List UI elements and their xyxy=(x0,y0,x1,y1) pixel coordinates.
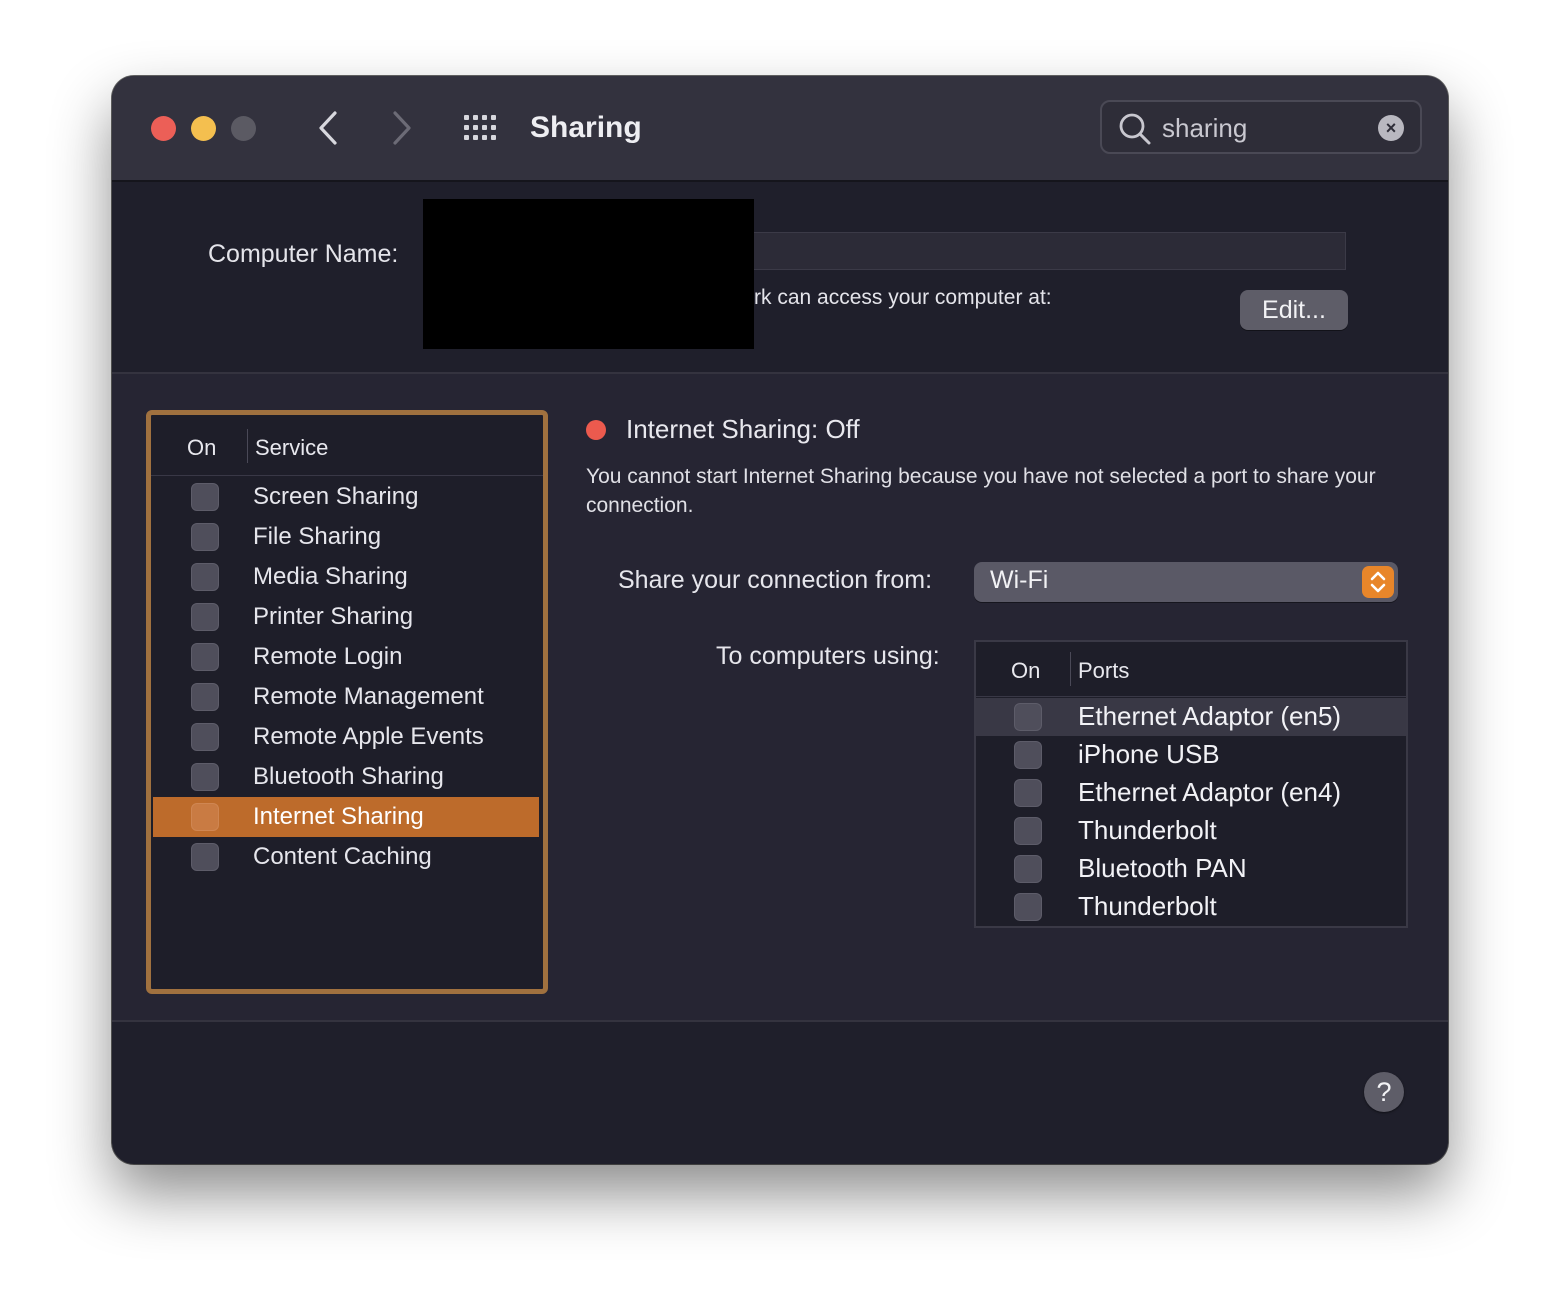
service-label: Printer Sharing xyxy=(253,603,414,630)
sharing-content-panel: On Service Screen Sharing File Sharing M… xyxy=(112,372,1448,1022)
service-label: Remote Apple Events xyxy=(253,723,484,750)
service-checkbox[interactable] xyxy=(191,763,219,791)
status-title: Internet Sharing: Off xyxy=(626,414,860,444)
column-header-service[interactable]: Service xyxy=(255,435,328,461)
service-label: Media Sharing xyxy=(253,563,408,590)
ports-table[interactable]: On Ports Ethernet Adaptor (en5) iPhone U… xyxy=(974,640,1408,928)
service-checkbox[interactable] xyxy=(191,723,219,751)
port-row-iphone-usb[interactable]: iPhone USB xyxy=(976,736,1406,774)
service-row-printer-sharing[interactable]: Printer Sharing xyxy=(153,597,539,637)
port-checkbox[interactable] xyxy=(1014,893,1042,921)
share-from-value: Wi-Fi xyxy=(990,566,1049,594)
port-row-thunderbolt-2[interactable]: Thunderbolt xyxy=(976,888,1406,926)
service-list[interactable]: On Service Screen Sharing File Sharing M… xyxy=(146,410,548,994)
column-header-ports[interactable]: Ports xyxy=(1078,658,1129,684)
search-input[interactable] xyxy=(1160,110,1364,146)
forward-button[interactable] xyxy=(382,106,422,150)
share-from-popup[interactable]: Wi-Fi xyxy=(974,562,1398,602)
column-header-on[interactable]: On xyxy=(1011,658,1040,684)
service-checkbox[interactable] xyxy=(191,603,219,631)
status-indicator xyxy=(586,420,606,440)
port-checkbox[interactable] xyxy=(1014,855,1042,883)
chevron-left-icon xyxy=(319,111,337,145)
service-checkbox[interactable] xyxy=(191,683,219,711)
port-checkbox[interactable] xyxy=(1014,703,1042,731)
title-bar: Sharing × xyxy=(112,76,1448,182)
clear-search-icon[interactable]: × xyxy=(1378,115,1404,141)
port-label: Ethernet Adaptor (en5) xyxy=(1078,701,1342,731)
status-description: You cannot start Internet Sharing becaus… xyxy=(586,465,1376,517)
port-checkbox[interactable] xyxy=(1014,817,1042,845)
service-label: File Sharing xyxy=(253,523,382,550)
network-access-text: rk can access your computer at: xyxy=(754,286,1052,309)
redacted-area xyxy=(423,199,754,349)
back-button[interactable] xyxy=(308,106,348,150)
service-row-content-caching[interactable]: Content Caching xyxy=(153,837,539,877)
window-title: Sharing xyxy=(530,111,642,144)
service-checkbox[interactable] xyxy=(191,643,219,671)
service-checkbox[interactable] xyxy=(191,843,219,871)
column-divider xyxy=(247,429,248,463)
service-label: Internet Sharing xyxy=(253,803,424,830)
popup-arrows-icon xyxy=(1362,566,1394,598)
service-row-bluetooth-sharing[interactable]: Bluetooth Sharing xyxy=(153,757,539,797)
minimize-window-button[interactable] xyxy=(191,116,216,141)
service-label: Screen Sharing xyxy=(253,483,419,510)
port-row-bluetooth-pan[interactable]: Bluetooth PAN xyxy=(976,850,1406,888)
service-row-media-sharing[interactable]: Media Sharing xyxy=(153,557,539,597)
service-checkbox[interactable] xyxy=(191,523,219,551)
port-label: iPhone USB xyxy=(1078,739,1220,769)
port-label: Bluetooth PAN xyxy=(1078,853,1247,883)
computer-name-label: Computer Name: xyxy=(208,240,399,268)
service-label: Bluetooth Sharing xyxy=(253,763,444,790)
port-row-thunderbolt[interactable]: Thunderbolt xyxy=(976,812,1406,850)
to-computers-label: To computers using: xyxy=(716,642,940,670)
service-list-header: On Service xyxy=(151,415,543,476)
sharing-window: Sharing × Computer Name: rk can access y… xyxy=(112,76,1448,1164)
port-label: Thunderbolt xyxy=(1078,891,1217,921)
service-label: Remote Login xyxy=(253,643,403,670)
service-row-remote-management[interactable]: Remote Management xyxy=(153,677,539,717)
service-label: Content Caching xyxy=(253,843,432,870)
ports-table-header: On Ports xyxy=(976,642,1406,697)
search-field[interactable]: × xyxy=(1100,100,1422,154)
column-header-on[interactable]: On xyxy=(187,435,216,461)
service-checkbox[interactable] xyxy=(191,483,219,511)
port-label: Thunderbolt xyxy=(1078,815,1217,845)
service-label: Remote Management xyxy=(253,683,484,710)
edit-button[interactable]: Edit... xyxy=(1240,290,1348,330)
service-checkbox[interactable] xyxy=(191,803,219,831)
port-row-ethernet-en4[interactable]: Ethernet Adaptor (en4) xyxy=(976,774,1406,812)
port-label: Ethernet Adaptor (en4) xyxy=(1078,777,1342,807)
zoom-window-button[interactable] xyxy=(231,116,256,141)
service-row-remote-login[interactable]: Remote Login xyxy=(153,637,539,677)
service-checkbox[interactable] xyxy=(191,563,219,591)
service-row-remote-apple-events[interactable]: Remote Apple Events xyxy=(153,717,539,757)
service-row-screen-sharing[interactable]: Screen Sharing xyxy=(153,477,539,517)
grid-icon xyxy=(464,115,496,140)
port-checkbox[interactable] xyxy=(1014,741,1042,769)
share-from-label: Share your connection from: xyxy=(618,566,933,594)
search-icon xyxy=(1119,113,1151,145)
column-divider xyxy=(1070,652,1071,686)
close-window-button[interactable] xyxy=(151,116,176,141)
service-row-file-sharing[interactable]: File Sharing xyxy=(153,517,539,557)
help-button[interactable]: ? xyxy=(1364,1072,1404,1112)
port-row-ethernet-en5[interactable]: Ethernet Adaptor (en5) xyxy=(976,698,1406,736)
service-row-internet-sharing[interactable]: Internet Sharing xyxy=(153,797,539,837)
computer-name-section: Computer Name: rk can access your comput… xyxy=(112,182,1448,372)
port-checkbox[interactable] xyxy=(1014,779,1042,807)
chevron-right-icon xyxy=(393,111,411,145)
show-all-grid-button[interactable] xyxy=(462,112,502,144)
